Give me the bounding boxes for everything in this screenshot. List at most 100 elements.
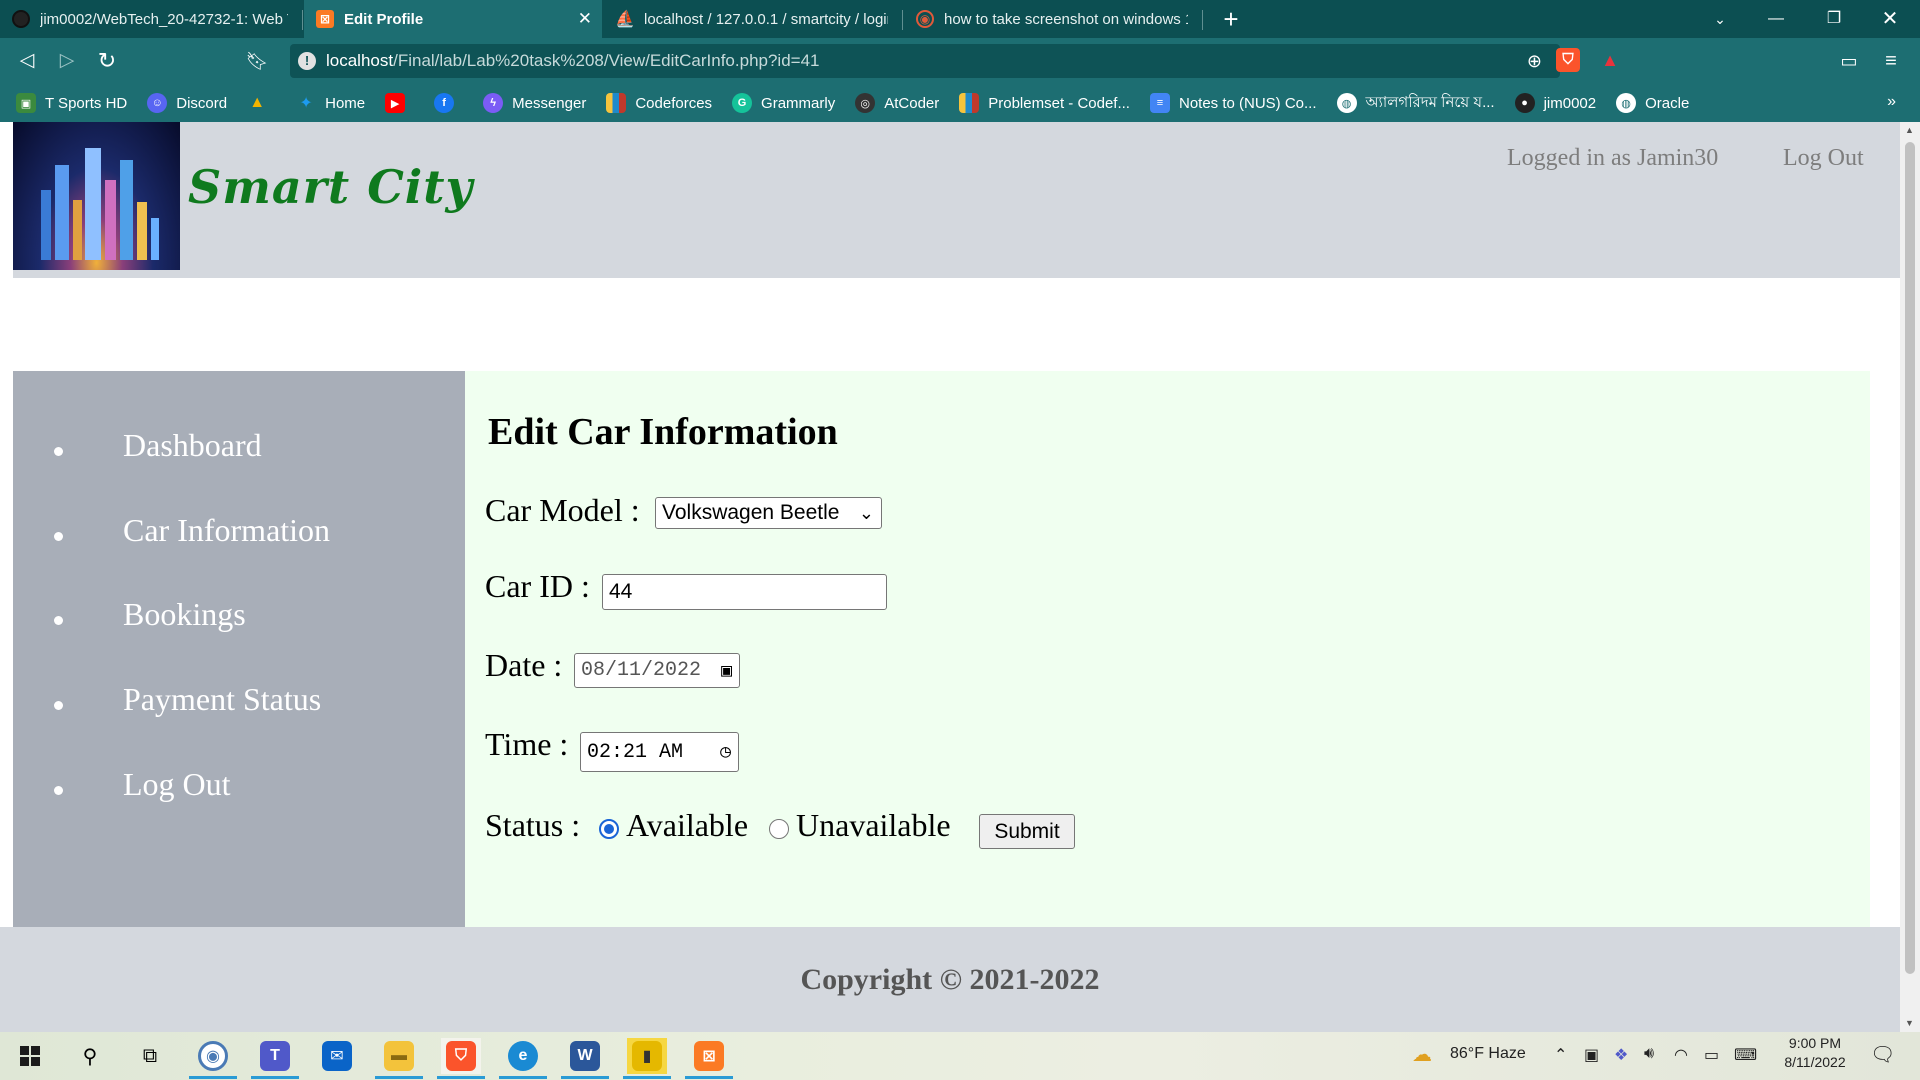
reload-icon[interactable]: ↻ bbox=[92, 46, 122, 76]
app-icon-edge[interactable]: e bbox=[499, 1038, 547, 1079]
more-bookmarks-icon[interactable]: » bbox=[1887, 93, 1896, 111]
status-unavailable-radio[interactable] bbox=[769, 819, 789, 839]
messenger-icon: ϟ bbox=[483, 93, 504, 113]
github-icon: ● bbox=[1514, 93, 1535, 113]
browser-toolbar: ◁ ▷ ↻ 🔖︎ ! localhost/Final/lab/Lab%20tas… bbox=[0, 38, 1920, 84]
tab-screenshot-search[interactable]: ◉ how to take screenshot on windows 10 bbox=[904, 0, 1200, 38]
bookmark-problemset[interactable]: Problemset - Codef... bbox=[959, 93, 1130, 113]
sidebar-item-log-out[interactable]: Log Out bbox=[123, 766, 231, 803]
app-icon-file-explorer[interactable]: ▬ bbox=[375, 1038, 423, 1079]
app-icon-word[interactable]: W bbox=[561, 1038, 609, 1079]
tab-phpmyadmin[interactable]: ⛵ localhost / 127.0.0.1 / smartcity / lo… bbox=[604, 0, 900, 38]
status-available-label[interactable]: Available bbox=[626, 807, 748, 844]
bookmark-youtube[interactable]: ▶ bbox=[385, 93, 414, 113]
header-logout-link[interactable]: Log Out bbox=[1783, 145, 1864, 172]
globe-icon: ◍ bbox=[1336, 93, 1357, 113]
bookmark-t-sports-hd[interactable]: ▣ T Sports HD bbox=[16, 93, 127, 113]
keyboard-icon[interactable]: ⌨ bbox=[1734, 1045, 1757, 1065]
scroll-down-icon[interactable]: ▼ bbox=[1905, 1018, 1914, 1028]
bookmark-twitter-home[interactable]: ✦ Home bbox=[296, 93, 365, 113]
app-icon-brave[interactable]: ⛉ bbox=[437, 1038, 485, 1079]
scroll-thumb[interactable] bbox=[1905, 142, 1915, 974]
submit-button[interactable]: Submit bbox=[979, 814, 1075, 849]
meet-now-icon[interactable]: ▣ bbox=[1584, 1045, 1599, 1065]
phpmyadmin-icon: ⛵ bbox=[615, 11, 635, 28]
site-header: Smart City Logged in as Jamin30 Log Out bbox=[13, 122, 1900, 278]
status-unavailable-label[interactable]: Unavailable bbox=[796, 807, 951, 844]
forward-icon[interactable]: ▷ bbox=[52, 46, 82, 76]
notifications-icon[interactable]: 🗨︎ bbox=[1870, 1042, 1895, 1067]
time-input[interactable]: 02:21 AM ◷ bbox=[580, 732, 739, 772]
menu-icon[interactable]: ≡ bbox=[1876, 46, 1906, 76]
sidebar-item-payment-status[interactable]: Payment Status bbox=[123, 681, 321, 718]
calendar-icon[interactable]: ▣ bbox=[721, 660, 732, 682]
bookmark-grammarly[interactable]: G Grammarly bbox=[732, 93, 835, 113]
browser-tab-bar: jim0002/WebTech_20-42732-1: Web Te ⊠ Edi… bbox=[0, 0, 1920, 38]
bookmark-atcoder[interactable]: ◎ AtCoder bbox=[855, 93, 939, 113]
teams-tray-icon[interactable]: ❖ bbox=[1614, 1045, 1628, 1065]
app-icon-sticky-notes[interactable]: ▮ bbox=[623, 1038, 671, 1079]
app-icon-chrome[interactable]: ◉ bbox=[189, 1038, 237, 1079]
bullet-icon bbox=[54, 532, 63, 541]
google-drive-icon: ▲ bbox=[249, 94, 266, 111]
bookmark-facebook[interactable]: f bbox=[434, 93, 463, 113]
minimize-button[interactable]: — bbox=[1748, 0, 1804, 38]
sidebar-item-dashboard[interactable]: Dashboard bbox=[123, 427, 262, 464]
tab-github[interactable]: jim0002/WebTech_20-42732-1: Web Te bbox=[0, 0, 300, 38]
url-text: localhost/Final/lab/Lab%20task%208/View/… bbox=[326, 51, 820, 71]
weather-icon[interactable]: ☁ bbox=[1412, 1042, 1432, 1067]
close-window-button[interactable]: ✕ bbox=[1862, 0, 1918, 38]
windows-start-icon[interactable] bbox=[10, 1038, 50, 1074]
bullet-icon bbox=[54, 616, 63, 625]
facebook-icon: f bbox=[434, 93, 455, 113]
bookmark-notes-nus[interactable]: ≡ Notes to (NUS) Co... bbox=[1149, 93, 1317, 113]
back-icon[interactable]: ◁ bbox=[12, 46, 42, 76]
bookmark-icon[interactable]: 🔖︎ bbox=[242, 46, 272, 76]
page-scrollbar[interactable]: ▲ ▼ bbox=[1900, 122, 1920, 1032]
restore-button[interactable]: ❐ bbox=[1806, 0, 1862, 38]
weather-text[interactable]: 86°F Haze bbox=[1450, 1045, 1526, 1063]
wifi-icon[interactable]: ◠ bbox=[1674, 1045, 1688, 1065]
bookmark-algorithm[interactable]: ◍ অ্যালগরিদম নিয়ে য... bbox=[1336, 91, 1495, 116]
site-info-icon[interactable]: ! bbox=[298, 52, 316, 70]
codeforces-icon bbox=[959, 93, 980, 113]
status-available-radio[interactable] bbox=[599, 819, 619, 839]
show-hidden-icons-icon[interactable]: ⌃ bbox=[1554, 1045, 1567, 1065]
smart-city-logo bbox=[13, 122, 180, 270]
address-bar[interactable]: ! localhost/Final/lab/Lab%20task%208/Vie… bbox=[290, 44, 1560, 78]
car-model-select[interactable]: Volkswagen Beetle ⌄ bbox=[655, 497, 882, 529]
logged-in-label[interactable]: Logged in as Jamin30 bbox=[1507, 145, 1718, 172]
windows-taskbar: ⚲ ⧉ ◉ T ✉ ▬ ⛉ e W ▮ ⊠ ☁ 86°F Haze ⌃ ▣ ❖ … bbox=[0, 1032, 1920, 1080]
tab-search-chevron-icon[interactable]: ⌄ bbox=[1692, 0, 1748, 38]
tab-edit-profile[interactable]: ⊠ Edit Profile ✕ bbox=[304, 0, 602, 38]
bookmark-messenger[interactable]: ϟ Messenger bbox=[483, 93, 586, 113]
scroll-up-icon[interactable]: ▲ bbox=[1905, 125, 1914, 135]
grammarly-icon: G bbox=[732, 93, 753, 113]
brave-shields-icon[interactable]: ⛉ bbox=[1556, 48, 1580, 72]
date-input[interactable]: 08/11/2022 ▣ bbox=[574, 653, 740, 688]
wallet-icon[interactable]: ▭ bbox=[1834, 46, 1864, 76]
volume-icon[interactable]: 🔊︎ bbox=[1644, 1045, 1654, 1063]
bookmark-jim0002[interactable]: ● jim0002 bbox=[1514, 93, 1596, 113]
search-icon[interactable]: ⚲ bbox=[70, 1038, 110, 1074]
bookmark-google-drive[interactable]: ▲ bbox=[247, 93, 276, 113]
bookmark-oracle[interactable]: ◍ Oracle bbox=[1616, 93, 1689, 113]
page-viewport: Smart City Logged in as Jamin30 Log Out … bbox=[0, 122, 1900, 1032]
site-title: Smart City bbox=[188, 160, 474, 214]
car-id-input[interactable]: 44 bbox=[602, 574, 887, 610]
close-tab-icon[interactable]: ✕ bbox=[578, 9, 592, 29]
task-view-icon[interactable]: ⧉ bbox=[130, 1038, 170, 1074]
new-tab-button[interactable]: + bbox=[1216, 4, 1246, 34]
clock-icon[interactable]: ◷ bbox=[720, 741, 731, 763]
app-icon-mail[interactable]: ✉ bbox=[317, 1038, 357, 1074]
battery-icon[interactable]: ▭ bbox=[1704, 1045, 1719, 1065]
bookmark-discord[interactable]: ☺ Discord bbox=[147, 93, 227, 113]
bookmark-codeforces[interactable]: Codeforces bbox=[606, 93, 712, 113]
app-icon-xampp[interactable]: ⊠ bbox=[685, 1038, 733, 1079]
sidebar-item-car-information[interactable]: Car Information bbox=[123, 512, 330, 549]
app-icon-teams[interactable]: T bbox=[251, 1038, 299, 1079]
sidebar-item-bookings[interactable]: Bookings bbox=[123, 596, 246, 633]
zoom-icon[interactable]: ⊕ bbox=[1527, 51, 1542, 72]
clock[interactable]: 9:00 PM 8/11/2022 bbox=[1780, 1035, 1850, 1070]
brave-rewards-icon[interactable]: ▲ bbox=[1598, 48, 1622, 72]
